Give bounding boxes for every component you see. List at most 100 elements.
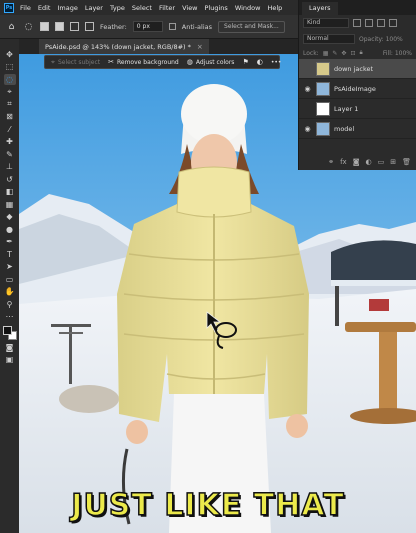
remove-background-button[interactable]: ✂ Remove background xyxy=(108,58,179,66)
pixel-filter-icon[interactable] xyxy=(353,19,361,27)
new-layer-icon[interactable]: ⊞ xyxy=(390,158,396,166)
color-swatches[interactable] xyxy=(2,326,17,340)
layer-thumbnail xyxy=(316,101,330,116)
type-tool-icon[interactable]: T xyxy=(4,249,16,260)
menu-filter[interactable]: Filter xyxy=(159,4,175,12)
more-tools-icon[interactable]: ⋯ xyxy=(4,312,16,323)
contrast-icon[interactable]: ◐ xyxy=(257,58,263,66)
lock-pixels-icon[interactable]: ▦ xyxy=(323,50,329,57)
lock-paint-icon[interactable]: ✎ xyxy=(332,50,337,57)
close-icon[interactable]: × xyxy=(197,43,203,51)
kind-filter-select[interactable]: Kind xyxy=(303,18,349,28)
trash-icon[interactable]: 🗑︎ xyxy=(402,158,411,166)
document-tab-title: PsAide.psd @ 143% (down jacket, RGB/8#) … xyxy=(45,42,191,51)
adjust-colors-label: Adjust colors xyxy=(195,58,235,66)
layer-row-layer-1[interactable]: Layer 1 xyxy=(299,99,416,119)
path-selection-tool-icon[interactable]: ➤ xyxy=(4,262,16,273)
options-bar: ⌂ ◌ Feather: 0 px Anti-alias Select and … xyxy=(0,15,298,39)
antialias-checkbox[interactable] xyxy=(168,23,176,30)
marquee-tool-icon[interactable]: ⬚ xyxy=(4,62,16,73)
flag-icon[interactable]: ⚑ xyxy=(242,58,248,66)
adjustment-layer-icon[interactable]: ◐ xyxy=(366,158,372,166)
brush-tool-icon[interactable]: ✎ xyxy=(4,149,16,160)
layer-name: Layer 1 xyxy=(334,104,359,113)
select-subject-button[interactable]: ⌖ Select subject xyxy=(51,58,100,67)
tools-panel: ✥ ⬚ ◌ ⌖ ⌗ ⊠ ⁄ ✚ ✎ ⊥ ↺ ◧ ▦ ◆ ● ✒ T ➤ ▭ ✋ … xyxy=(0,39,19,533)
fx-icon[interactable]: fx xyxy=(340,158,347,166)
object-selection-tool-icon[interactable]: ⌖ xyxy=(4,87,16,98)
lock-all-icon[interactable]: 🔒︎ xyxy=(359,49,362,57)
frame-tool-icon[interactable]: ⊠ xyxy=(4,112,16,123)
layer-thumbnail xyxy=(316,121,330,136)
foreground-color-swatch[interactable] xyxy=(2,326,12,335)
layer-row-psaideimage[interactable]: ◉ PsAideImage xyxy=(299,79,416,99)
document-tab[interactable]: PsAide.psd @ 143% (down jacket, RGB/8#) … xyxy=(39,39,209,54)
move-tool-icon[interactable]: ✥ xyxy=(4,49,16,60)
eraser-tool-icon[interactable]: ◧ xyxy=(4,187,16,198)
screen-mode-icon[interactable]: ▣ xyxy=(4,355,16,366)
lasso-tool-icon[interactable]: ◌ xyxy=(3,74,16,85)
select-and-mask-button[interactable]: Select and Mask... xyxy=(218,20,285,33)
zoom-tool-icon[interactable]: ⚲ xyxy=(4,299,16,310)
menu-file[interactable]: File xyxy=(20,4,31,12)
lock-position-icon[interactable]: ✥ xyxy=(341,50,346,57)
layers-tab-bar: Layers xyxy=(299,0,416,15)
menu-select[interactable]: Select xyxy=(132,4,152,12)
menu-image[interactable]: Image xyxy=(57,4,77,12)
menu-type[interactable]: Type xyxy=(110,4,125,12)
layer-thumbnail xyxy=(316,81,330,96)
menu-view[interactable]: View xyxy=(182,4,197,12)
add-to-selection-icon[interactable] xyxy=(55,22,64,31)
feather-label: Feather: xyxy=(100,22,127,31)
blur-tool-icon[interactable]: ◆ xyxy=(4,212,16,223)
layer-name: down jacket xyxy=(334,64,374,73)
eye-icon[interactable]: ◉ xyxy=(303,125,312,133)
new-selection-icon[interactable] xyxy=(40,22,49,31)
adjust-colors-button[interactable]: ◍ Adjust colors xyxy=(187,58,235,66)
menu-plugins[interactable]: Plugins xyxy=(205,4,228,12)
layers-footer: ⚭ fx ◙ ◐ ▭ ⊞ 🗑︎ xyxy=(299,154,416,170)
subtract-from-selection-icon[interactable] xyxy=(70,22,79,31)
menu-window[interactable]: Window xyxy=(235,4,261,12)
lock-artboard-icon[interactable]: ⊡ xyxy=(350,50,355,57)
layers-tab[interactable]: Layers xyxy=(302,2,338,15)
menu-edit[interactable]: Edit xyxy=(38,4,51,12)
gradient-tool-icon[interactable]: ▦ xyxy=(4,199,16,210)
menu-help[interactable]: Help xyxy=(267,4,282,12)
layer-row-model[interactable]: ◉ model xyxy=(299,119,416,139)
intersect-selection-icon[interactable] xyxy=(85,22,94,31)
crop-tool-icon[interactable]: ⌗ xyxy=(4,99,16,110)
add-mask-icon[interactable]: ◙ xyxy=(353,158,360,166)
history-brush-tool-icon[interactable]: ↺ xyxy=(4,174,16,185)
type-filter-icon[interactable] xyxy=(377,19,385,27)
fill-field[interactable]: Fill: 100% xyxy=(383,50,412,57)
lock-row: Lock: ▦ ✎ ✥ ⊡ 🔒︎ Fill: 100% xyxy=(299,47,416,59)
layer-name: model xyxy=(334,124,355,133)
link-layers-icon[interactable]: ⚭ xyxy=(328,158,334,166)
video-caption: JUST LIKE THAT xyxy=(71,487,345,524)
pen-tool-icon[interactable]: ✒ xyxy=(4,237,16,248)
dodge-tool-icon[interactable]: ● xyxy=(4,224,16,235)
opacity-field[interactable]: Opacity: 100% xyxy=(359,36,403,43)
lasso-tool-icon[interactable]: ◌ xyxy=(23,21,34,32)
blend-mode-select[interactable]: Normal xyxy=(303,34,355,44)
rectangle-tool-icon[interactable]: ▭ xyxy=(4,274,16,285)
remove-background-label: Remove background xyxy=(117,58,179,66)
hand-tool-icon[interactable]: ✋ xyxy=(4,287,16,298)
photoshop-logo[interactable]: Ps xyxy=(4,2,14,13)
clone-stamp-tool-icon[interactable]: ⊥ xyxy=(4,162,16,173)
adjustment-filter-icon[interactable] xyxy=(365,19,373,27)
select-subject-icon: ⌖ xyxy=(51,57,55,66)
eyedropper-tool-icon[interactable]: ⁄ xyxy=(4,124,16,135)
layer-row-down-jacket[interactable]: down jacket xyxy=(299,59,416,79)
quick-mask-icon[interactable]: ◙ xyxy=(4,342,16,353)
healing-brush-tool-icon[interactable]: ✚ xyxy=(4,137,16,148)
eye-icon[interactable]: ◉ xyxy=(303,85,312,93)
home-icon[interactable]: ⌂ xyxy=(6,21,17,32)
new-group-icon[interactable]: ▭ xyxy=(378,158,385,166)
contextual-task-bar: ⌖ Select subject ✂ Remove background ◍ A… xyxy=(44,55,282,69)
more-options-icon[interactable]: ••• xyxy=(271,59,282,66)
feather-input[interactable]: 0 px xyxy=(132,21,163,32)
menu-layer[interactable]: Layer xyxy=(85,4,103,12)
shape-filter-icon[interactable] xyxy=(389,19,397,27)
